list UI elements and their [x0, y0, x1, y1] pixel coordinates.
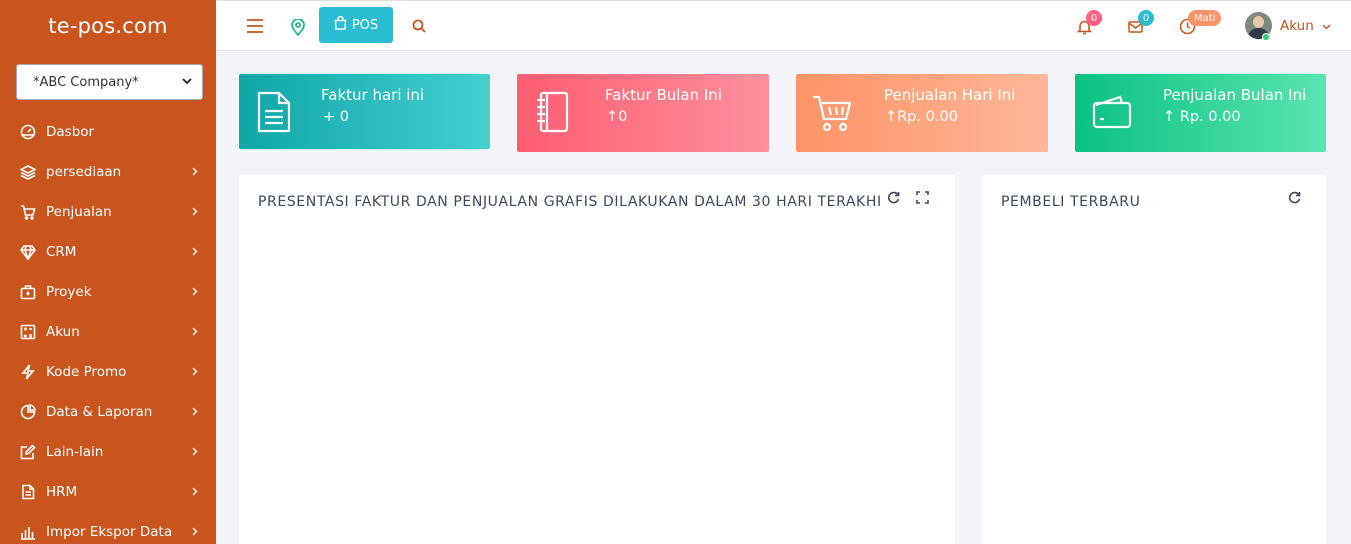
- user-menu-label: Akun: [1280, 17, 1314, 34]
- chevron-right-icon: [192, 525, 198, 540]
- stat-title: Penjualan Hari Ini: [884, 86, 1016, 104]
- chevron-down-icon: [1322, 18, 1331, 34]
- sidebar-item-crm[interactable]: CRM: [0, 232, 216, 272]
- dashboard-icon: [19, 124, 36, 141]
- company-select-value: *ABC Company*: [33, 74, 139, 90]
- sidebar-item-label: Kode Promo: [46, 364, 127, 380]
- sidebar-item-persediaan[interactable]: persediaan: [0, 152, 216, 192]
- calculator-icon: [19, 324, 36, 341]
- edit-icon: [19, 444, 36, 461]
- sidebar-item-label: Akun: [46, 324, 80, 340]
- stat-card-sales-today[interactable]: Penjualan Hari Ini ↑Rp. 0.00: [796, 74, 1048, 152]
- sidebar-item-label: Penjualan: [46, 204, 112, 220]
- stat-value: ↑0: [606, 109, 628, 125]
- wallet-icon: [1092, 91, 1132, 133]
- stat-title: Penjualan Bulan Ini: [1163, 86, 1307, 104]
- sidebar-menu: Dasbor persediaan Penjualan CRM Proyek Akun Ko…: [0, 112, 216, 544]
- sidebar-item-label: CRM: [46, 244, 77, 260]
- refresh-icon[interactable]: [1287, 190, 1301, 204]
- chevron-right-icon: [192, 165, 198, 180]
- stat-value: ↑ Rp. 0.00: [1163, 109, 1241, 125]
- fullscreen-icon[interactable]: [915, 190, 929, 204]
- recent-buyers-panel: PEMBELI TERBARU: [982, 175, 1326, 544]
- notification-badge: 0: [1086, 10, 1102, 26]
- bar-chart-icon: [19, 524, 36, 541]
- document-icon: [255, 91, 295, 133]
- refresh-icon[interactable]: [886, 190, 900, 204]
- cart-icon: [19, 204, 36, 221]
- stat-value: ↑Rp. 0.00: [885, 109, 958, 125]
- stat-card-invoices-month[interactable]: Faktur Bulan Ini ↑0: [517, 74, 769, 152]
- chevron-down-icon: [182, 77, 192, 88]
- sidebar-item-akun[interactable]: Akun: [0, 312, 216, 352]
- chevron-right-icon: [192, 245, 198, 260]
- sidebar-item-dasbor[interactable]: Dasbor: [0, 112, 216, 152]
- panel-title: PEMBELI TERBARU: [1001, 194, 1141, 210]
- document-icon: [19, 484, 36, 501]
- user-menu[interactable]: Akun: [1245, 12, 1331, 39]
- stat-card-invoices-today[interactable]: Faktur hari ini + 0: [239, 74, 490, 149]
- sidebar-item-label: Impor Ekspor Data: [46, 524, 173, 540]
- sidebar-item-label: HRM: [46, 484, 78, 500]
- chevron-right-icon: [192, 205, 198, 220]
- stat-card-sales-month[interactable]: Penjualan Bulan Ini ↑ Rp. 0.00: [1075, 74, 1326, 152]
- sidebar-item-data-laporan[interactable]: Data & Laporan: [0, 392, 216, 432]
- mail-badge: 0: [1138, 10, 1154, 26]
- chevron-right-icon: [192, 445, 198, 460]
- cart-icon: [812, 91, 852, 133]
- shopping-bag-icon: [334, 15, 347, 34]
- briefcase-icon: [19, 284, 36, 301]
- hamburger-menu-icon[interactable]: [245, 16, 265, 36]
- clock-status-badge: Mati: [1188, 10, 1222, 26]
- sidebar-item-penjualan[interactable]: Penjualan: [0, 192, 216, 232]
- diamond-icon: [19, 244, 36, 261]
- notebook-icon: [533, 91, 573, 133]
- chevron-right-icon: [192, 405, 198, 420]
- topbar: POS 0 0 Mati Akun: [216, 0, 1351, 51]
- stat-title: Faktur Bulan Ini: [605, 86, 722, 104]
- stat-title: Faktur hari ini: [321, 86, 425, 104]
- chevron-right-icon: [192, 365, 198, 380]
- sidebar: te-pos.com *ABC Company* Dasbor persediaa…: [0, 0, 216, 544]
- chevron-right-icon: [192, 485, 198, 500]
- sidebar-item-label: Dasbor: [46, 124, 95, 140]
- bolt-icon: [19, 364, 36, 381]
- search-icon[interactable]: [411, 18, 427, 34]
- pos-button[interactable]: POS: [319, 7, 393, 43]
- sidebar-item-proyek[interactable]: Proyek: [0, 272, 216, 312]
- chevron-right-icon: [192, 285, 198, 300]
- sidebar-item-impor-ekspor-data[interactable]: Impor Ekspor Data: [0, 512, 216, 544]
- sidebar-item-label: persediaan: [46, 164, 122, 180]
- online-status-dot: [1262, 33, 1270, 41]
- sidebar-item-label: Proyek: [46, 284, 92, 300]
- pos-button-label: POS: [351, 17, 379, 33]
- location-pin-icon[interactable]: [289, 17, 307, 37]
- sidebar-item-kode-promo[interactable]: Kode Promo: [0, 352, 216, 392]
- sidebar-item-label: Data & Laporan: [46, 404, 153, 420]
- sidebar-item-lain-lain[interactable]: Lain-lain: [0, 432, 216, 472]
- panel-title: PRESENTASI FAKTUR DAN PENJUALAN GRAFIS D…: [258, 194, 880, 210]
- brand-logo[interactable]: te-pos.com: [0, 0, 216, 51]
- sidebar-item-hrm[interactable]: HRM: [0, 472, 216, 512]
- layers-icon: [19, 164, 36, 181]
- pie-chart-icon: [19, 404, 36, 421]
- sales-chart-panel: PRESENTASI FAKTUR DAN PENJUALAN GRAFIS D…: [239, 175, 955, 544]
- company-select[interactable]: *ABC Company*: [16, 64, 203, 100]
- chevron-right-icon: [192, 325, 198, 340]
- sidebar-item-label: Lain-lain: [46, 444, 104, 460]
- stat-value: + 0: [323, 109, 349, 125]
